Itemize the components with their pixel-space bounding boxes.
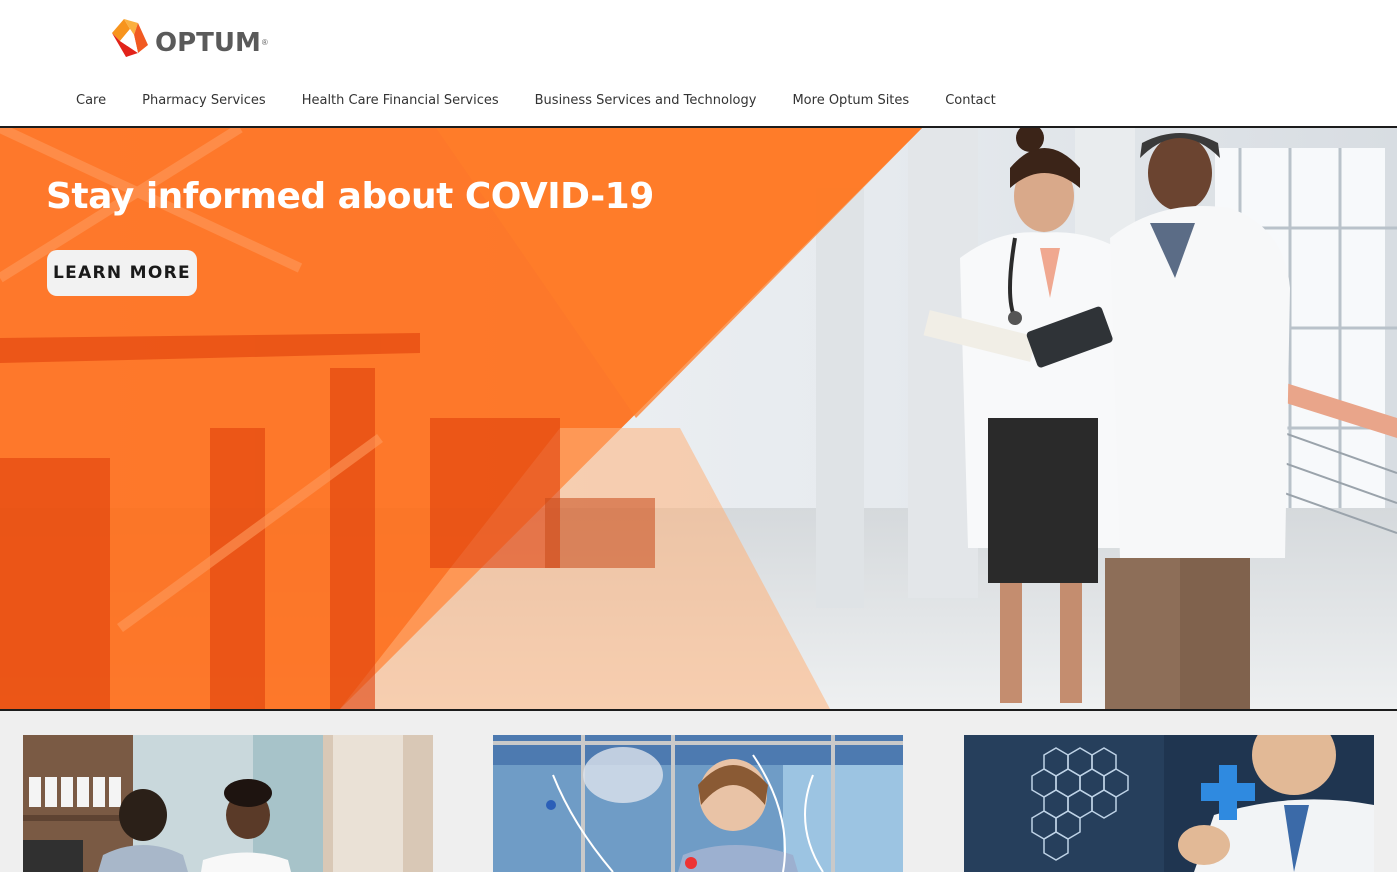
nav-item-care[interactable]: Care [58, 90, 124, 111]
laboratory-researcher-photo [493, 735, 903, 872]
optum-wordmark: OPTUM [155, 28, 261, 58]
optum-logo-icon [112, 19, 148, 57]
optum-logo[interactable]: OPTUM ® [108, 12, 268, 64]
card-pharmacy[interactable] [23, 735, 433, 872]
nav-item-contact[interactable]: Contact [927, 90, 1014, 111]
registered-mark: ® [261, 37, 268, 47]
main-nav: Care Pharmacy Services Health Care Finan… [58, 90, 1014, 111]
card-laboratory[interactable] [493, 735, 903, 872]
learn-more-button[interactable]: LEARN MORE [47, 250, 197, 296]
hero-title: Stay informed about COVID-19 [46, 176, 654, 217]
featured-cards [0, 711, 1397, 872]
site-header: OPTUM ® Care Pharmacy Services Health Car… [0, 0, 1397, 126]
nav-item-business-services-technology[interactable]: Business Services and Technology [517, 90, 775, 111]
nav-item-more-optum-sites[interactable]: More Optum Sites [774, 90, 927, 111]
card-digital-health[interactable] [964, 735, 1374, 872]
digital-health-technology-photo [964, 735, 1374, 872]
nav-item-pharmacy-services[interactable]: Pharmacy Services [124, 90, 284, 111]
nav-item-health-care-financial-services[interactable]: Health Care Financial Services [284, 90, 517, 111]
pharmacy-consultation-photo [23, 735, 433, 872]
hero-banner: Stay informed about COVID-19 LEARN MORE [0, 128, 1397, 709]
